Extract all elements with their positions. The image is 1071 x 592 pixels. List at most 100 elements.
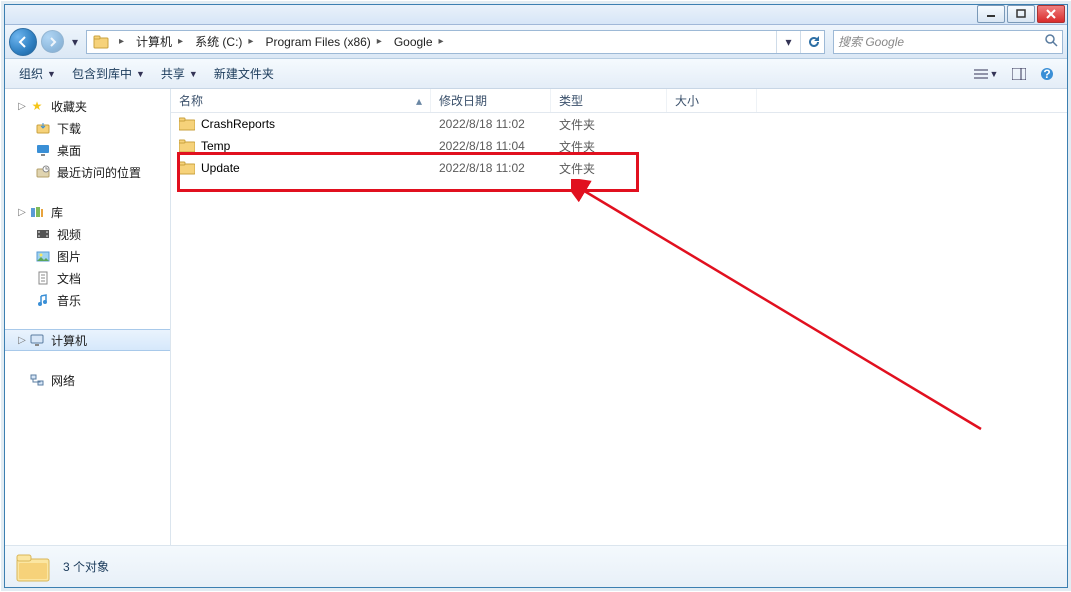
- minimize-button[interactable]: [977, 5, 1005, 23]
- label: 新建文件夹: [214, 65, 274, 82]
- file-list-pane: 名称 ▴ 修改日期 类型 大小 CrashReports 2022/8/18 1…: [171, 89, 1067, 545]
- libraries-icon: [29, 204, 45, 220]
- file-name: CrashReports: [201, 117, 275, 131]
- sidebar-item-downloads[interactable]: 下载: [5, 117, 170, 139]
- sidebar-label: 库: [51, 204, 63, 221]
- sidebar-label: 桌面: [57, 142, 81, 159]
- sidebar-item-network[interactable]: 网络: [5, 369, 170, 391]
- documents-icon: [35, 270, 51, 286]
- sidebar-label: 网络: [51, 372, 75, 389]
- expand-icon: ▷: [17, 207, 27, 218]
- file-type: 文件夹: [551, 160, 667, 177]
- navigation-pane[interactable]: ▷ ★ 收藏夹 下载 桌面 最近访问的位置: [5, 89, 171, 545]
- file-date: 2022/8/18 11:04: [431, 139, 551, 153]
- svg-text:?: ?: [1043, 67, 1050, 81]
- preview-pane-button[interactable]: [1007, 63, 1031, 85]
- favorites-icon: ★: [29, 98, 45, 114]
- sidebar-item-pictures[interactable]: 图片: [5, 245, 170, 267]
- help-button[interactable]: ?: [1035, 63, 1059, 85]
- search-icon: [1044, 33, 1058, 50]
- downloads-icon: [35, 120, 51, 136]
- maximize-button[interactable]: [1007, 5, 1035, 23]
- column-header-type[interactable]: 类型: [551, 89, 667, 112]
- folder-icon: [179, 117, 195, 131]
- refresh-button[interactable]: [800, 31, 824, 53]
- close-button[interactable]: [1037, 5, 1065, 23]
- search-input[interactable]: 搜索 Google: [833, 30, 1063, 54]
- label: 共享: [161, 65, 185, 82]
- sidebar-group-libraries[interactable]: ▷ 库: [5, 201, 170, 223]
- sidebar-label: 计算机: [51, 332, 87, 349]
- label: 名称: [179, 92, 203, 109]
- breadcrumb-label: Google: [394, 35, 433, 49]
- pictures-icon: [35, 248, 51, 264]
- sidebar-item-recent[interactable]: 最近访问的位置: [5, 161, 170, 183]
- breadcrumb-root[interactable]: ▸: [87, 31, 130, 53]
- address-bar[interactable]: ▸ 计算机▸ 系统 (C:)▸ Program Files (x86)▸ Goo…: [86, 30, 825, 54]
- sidebar-label: 文档: [57, 270, 81, 287]
- folder-icon: [15, 551, 51, 583]
- include-in-library-button[interactable]: 包含到库中▼: [66, 62, 151, 85]
- label: 组织: [19, 65, 43, 82]
- body: ▷ ★ 收藏夹 下载 桌面 最近访问的位置: [5, 89, 1067, 545]
- column-header-name[interactable]: 名称 ▴: [171, 89, 431, 112]
- expand-icon: ▷: [17, 101, 27, 112]
- address-dropdown[interactable]: ▾: [776, 31, 800, 53]
- sidebar-item-videos[interactable]: 视频: [5, 223, 170, 245]
- breadcrumb-label: 系统 (C:): [195, 33, 242, 50]
- navbar: ▾ ▸ 计算机▸ 系统 (C:)▸ Program Files (x86)▸ G…: [5, 25, 1067, 59]
- expand-icon: ▷: [17, 335, 27, 346]
- breadcrumb-label: 计算机: [136, 33, 172, 50]
- folder-icon: [179, 139, 195, 153]
- sidebar-label: 最近访问的位置: [57, 164, 141, 181]
- nav-back-button[interactable]: [9, 28, 37, 56]
- view-options-button[interactable]: ▼: [969, 63, 1003, 85]
- file-date: 2022/8/18 11:02: [431, 117, 551, 131]
- breadcrumb-item[interactable]: Program Files (x86)▸: [259, 31, 387, 53]
- sidebar-group-favorites[interactable]: ▷ ★ 收藏夹: [5, 95, 170, 117]
- computer-icon: [29, 332, 45, 348]
- status-bar: 3 个对象: [5, 545, 1067, 587]
- nav-forward-button[interactable]: [41, 30, 64, 53]
- desktop-icon: [35, 142, 51, 158]
- sidebar-label: 音乐: [57, 292, 81, 309]
- folder-icon: [93, 34, 109, 50]
- label: 修改日期: [439, 92, 487, 109]
- toolbar: 组织▼ 包含到库中▼ 共享▼ 新建文件夹 ▼ ?: [5, 59, 1067, 89]
- sort-indicator-icon: ▴: [416, 94, 422, 108]
- file-date: 2022/8/18 11:02: [431, 161, 551, 175]
- organize-button[interactable]: 组织▼: [13, 62, 62, 85]
- file-list[interactable]: CrashReports 2022/8/18 11:02 文件夹 Temp 20…: [171, 113, 1067, 545]
- sidebar-label: 视频: [57, 226, 81, 243]
- breadcrumb-item[interactable]: 计算机▸: [130, 31, 189, 53]
- column-header-row: 名称 ▴ 修改日期 类型 大小: [171, 89, 1067, 113]
- breadcrumb-label: Program Files (x86): [265, 35, 370, 49]
- label: 大小: [675, 92, 699, 109]
- sidebar-label: 下载: [57, 120, 81, 137]
- sidebar-item-desktop[interactable]: 桌面: [5, 139, 170, 161]
- recent-icon: [35, 164, 51, 180]
- breadcrumb-item[interactable]: 系统 (C:)▸: [189, 31, 259, 53]
- network-icon: [29, 372, 45, 388]
- share-button[interactable]: 共享▼: [155, 62, 204, 85]
- breadcrumb-item[interactable]: Google▸: [388, 31, 450, 53]
- file-row[interactable]: Temp 2022/8/18 11:04 文件夹: [171, 135, 1067, 157]
- file-type: 文件夹: [551, 116, 667, 133]
- column-header-size[interactable]: 大小: [667, 89, 757, 112]
- music-icon: [35, 292, 51, 308]
- search-placeholder: 搜索 Google: [838, 33, 904, 50]
- sidebar-item-music[interactable]: 音乐: [5, 289, 170, 311]
- file-type: 文件夹: [551, 138, 667, 155]
- file-row[interactable]: Update 2022/8/18 11:02 文件夹: [171, 157, 1067, 179]
- file-name: Temp: [201, 139, 230, 153]
- new-folder-button[interactable]: 新建文件夹: [208, 62, 280, 85]
- file-row[interactable]: CrashReports 2022/8/18 11:02 文件夹: [171, 113, 1067, 135]
- sidebar-item-documents[interactable]: 文档: [5, 267, 170, 289]
- nav-history-dropdown[interactable]: ▾: [68, 25, 82, 58]
- titlebar: [5, 5, 1067, 25]
- sidebar-label: 图片: [57, 248, 81, 265]
- video-icon: [35, 226, 51, 242]
- sidebar-item-computer[interactable]: ▷ 计算机: [5, 329, 170, 351]
- column-header-date[interactable]: 修改日期: [431, 89, 551, 112]
- file-name: Update: [201, 161, 240, 175]
